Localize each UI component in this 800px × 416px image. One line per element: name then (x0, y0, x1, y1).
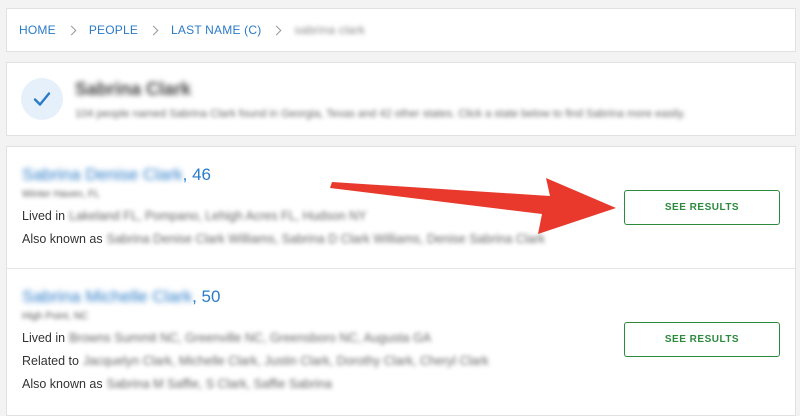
chevron-right-icon (148, 25, 159, 35)
person-location: High Point, NC (22, 311, 89, 322)
page-subtitle: 104 people named Sabrina Clark found in … (75, 107, 686, 120)
lived-in-value: Lakeland FL, Pompano, Lehigh Acres FL, H… (69, 209, 367, 223)
person-name-link[interactable]: Sabrina Denise Clark (22, 165, 183, 184)
person-age: , 46 (182, 165, 211, 184)
red-arrow-icon (330, 178, 616, 234)
lived-in-label: Lived in (22, 331, 66, 345)
list-item: Sabrina Michelle Clark, 50 High Point, N… (7, 269, 795, 416)
related-to-value: Jacquelyn Clark, Michelle Clark, Justin … (82, 354, 489, 368)
related-to-label: Related to (22, 354, 79, 368)
lived-in-label: Lived in (22, 209, 66, 223)
breadcrumb-people[interactable]: PEOPLE (89, 23, 138, 37)
page-title: Sabrina Clark (75, 78, 192, 99)
aka-label: Also known as (22, 377, 103, 391)
person-name-link[interactable]: Sabrina Michelle Clark (22, 287, 192, 306)
person-age: , 50 (192, 287, 221, 306)
lived-in-value: Browns Summit NC, Greenville NC, Greensb… (69, 331, 432, 345)
breadcrumb-last-name[interactable]: LAST NAME (C) (171, 23, 261, 37)
breadcrumb: HOME PEOPLE LAST NAME (C) sabrina clark (6, 8, 796, 52)
aka-label: Also known as (22, 232, 103, 246)
aka-row: Also known as Sabrina M Saffie, S Clark, … (22, 377, 795, 391)
see-results-button[interactable]: SEE RESULTS (624, 322, 780, 357)
aka-value: Sabrina M Saffie, S Clark, Saffie Sabrin… (106, 377, 332, 391)
search-summary-card: Sabrina Clark 104 people named Sabrina C… (6, 62, 796, 136)
checkmark-icon (21, 78, 63, 120)
chevron-right-icon (272, 25, 282, 35)
breadcrumb-current: sabrina clark (294, 23, 366, 37)
chevron-right-icon (66, 25, 77, 35)
see-results-button[interactable]: SEE RESULTS (624, 190, 780, 225)
breadcrumb-home[interactable]: HOME (19, 23, 56, 37)
